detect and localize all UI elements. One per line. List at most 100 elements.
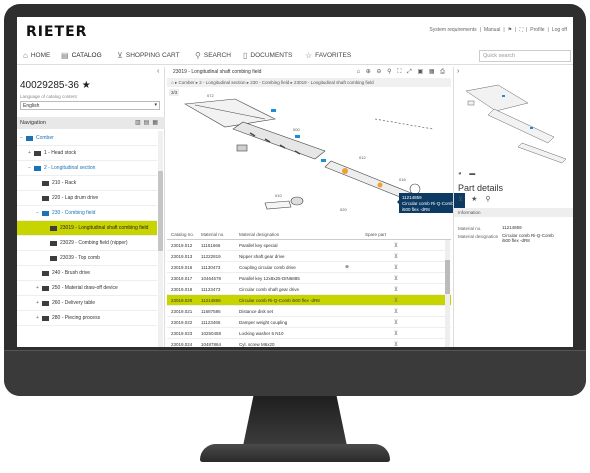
detail-value: 11214859 [502,225,522,230]
table-row[interactable]: 23019.013 11222819 Nipper shaft gear drive… [167,251,451,262]
add-to-cart-icon[interactable]: ⊻ [389,330,403,337]
add-to-cart-icon[interactable]: ⊻ [389,297,403,304]
stage: RIETER System requirements | Manual | ⚑ | ⛶ | Pr… [0,0,590,473]
folder-icon [50,240,57,246]
folder-icon [34,150,41,156]
svg-text:012: 012 [359,155,366,160]
svg-text:072: 072 [207,93,214,98]
folder-icon [50,225,57,231]
detail-key: Material designation [458,233,499,239]
designation-cell: Distance disk set [239,308,274,314]
rieter-logo[interactable]: RIETER [26,24,87,40]
catalog-no-cell: 23019.012 [171,242,193,248]
tree-item[interactable]: 23019 - Longitudinal shaft combing field [17,221,157,236]
breadcrumb[interactable]: ⌂ ▸ Comber ▸ 2 - Longitudinal section ▸ … [167,78,451,87]
tree-item[interactable]: −2 - Longitudinal section [17,161,157,176]
add-to-cart-icon[interactable]: ⊻ [389,275,403,282]
add-to-cart-icon[interactable]: ⊻ [389,242,403,249]
top-link-separator: | [515,27,517,33]
catalog-no-cell: 23019.017 [171,275,193,281]
scrollbar-thumb[interactable] [158,171,163,251]
add-to-cart-icon[interactable]: ⊻ [389,286,403,293]
material-no-cell: 11123473 [201,286,221,292]
document-icon: ▯ [243,51,248,60]
spare-part-cell: ⊕ [345,264,349,269]
catalog-icon: ▤ [61,51,69,60]
table-row[interactable]: 23019.020 11214859 Circular comb Ri-Q-Comb… [167,295,451,306]
top-link[interactable]: ⛶ [519,27,523,33]
add-to-cart-icon[interactable]: ⊻ [389,341,403,348]
table-scrollbar[interactable] [445,240,450,347]
folder-icon [50,255,57,261]
material-no-cell: 10464578 [201,275,222,281]
cart-icon[interactable]: ⊻ [458,196,466,203]
top-link[interactable]: ⚑ [508,27,512,33]
material-no-cell: 11151666 [201,242,221,248]
col-spare-part[interactable]: Spare part [365,232,389,237]
collapse-left-icon[interactable]: ‹ [157,68,159,75]
catalog-tree: − Comber +1 - Head stock −2 - Longitudinal … [17,131,157,326]
nav-home[interactable]: ⌂ HOME [23,51,50,60]
material-no-cell: 11222819 [201,253,221,259]
table-row[interactable]: 23019.021 11687586 Distance disk set ⊻ [167,306,451,317]
nav-documents[interactable]: ▯ DOCUMENTS [243,51,292,60]
tree-item[interactable]: − Comber [17,131,157,146]
tree-item[interactable]: +250 - Material draw-off device [17,281,157,296]
detail-key: Material no. [458,226,482,231]
quick-search-input[interactable]: Quick search [479,50,571,62]
navigation-toolbar-icons[interactable]: ▥▤▦ [135,119,161,126]
nav-catalog[interactable]: ▤ CATALOG [61,51,102,60]
add-to-cart-icon[interactable]: ⊻ [389,253,403,260]
nav-cart-label: SHOPPING CART [125,52,180,59]
nav-shopping-cart[interactable]: ⊻ SHOPPING CART [117,51,180,60]
col-catalog-no[interactable]: Catalog no. [167,232,201,237]
left-panel: ‹ 40029285-36 ★ Language of catalog cont… [17,67,165,347]
col-material-no[interactable]: Material no. [201,232,239,237]
tree-item[interactable]: 23029 - Combing field (nipper) [17,236,157,251]
table-row[interactable]: 23019.018 11123473 Circular comb shaft gea… [167,284,451,295]
nav-search[interactable]: ⚲ SEARCH [195,51,231,60]
tree-item[interactable]: +260 - Delivery table [17,296,157,311]
top-link[interactable]: System requirements [429,27,476,33]
top-link[interactable]: Manual [484,27,500,33]
app-header: RIETER System requirements | Manual | ⚑ | ⛶ | Pr… [17,17,573,45]
tree-item-label: 220 - Lap drum drive [52,195,99,201]
table-row[interactable]: 23019.012 11151666 Parallel key special ⊻ [167,240,451,251]
language-value: English [23,103,40,109]
search-icon[interactable]: ⚲ [485,196,493,203]
tree-item[interactable]: 220 - Lap drum drive [17,191,157,206]
table-row[interactable]: 23019.016 11130473 Coupling circular comb … [167,262,451,273]
add-to-cart-icon[interactable]: ⊻ [389,264,403,271]
language-select[interactable]: English ▾ [20,101,160,110]
add-to-cart-icon[interactable]: ⊻ [389,308,403,315]
nav-favorites[interactable]: ☆ FAVORITES [305,51,351,60]
tree-item[interactable]: 240 - Brush drive [17,266,157,281]
navigation-header: Navigation ▥▤▦ [17,117,165,129]
add-to-cart-icon[interactable]: ⊻ [389,319,403,326]
tree-item[interactable]: 23039 - Top comb [17,251,157,266]
table-row[interactable]: 23019.024 10487864 Cyl. screw M6x20 ⊻ [167,339,451,348]
tree-item[interactable]: +1 - Head stock [17,146,157,161]
catalog-no-cell: 23019.013 [171,253,193,259]
star-icon[interactable]: ★ [471,196,480,203]
detail-row: Material no. 11214859 [458,225,562,233]
table-row[interactable]: 23019.017 10464578 Parallel key 12x8x25-DI… [167,273,451,284]
detail-view-tabs[interactable]: ◕ ▬ [458,171,478,177]
tree-item[interactable]: 210 - Rack [17,176,157,191]
collapse-right-icon[interactable]: › [457,68,459,75]
material-no-cell: 11214859 [201,297,221,303]
tree-item[interactable]: −230 - Combing field [17,206,157,221]
designation-cell: Cyl. screw M6x20 [239,341,275,347]
tree-scrollbar[interactable] [158,131,163,347]
table-row[interactable]: 23019.023 10250458 Locking washer 6 N10 ⊻ [167,328,451,339]
svg-text:000: 000 [293,127,300,132]
tree-item[interactable]: +280 - Piecing process [17,311,157,326]
drawing-toolbar[interactable]: ⌂ ⊕ ⊖ ⚲ ⛶ ⤢ ▣ ▦ ⎙ [356,68,447,76]
top-link[interactable]: Profile [530,27,544,33]
table-row[interactable]: 23019.022 11123466 Damper weight coupling ⊻ [167,317,451,328]
top-link[interactable]: Log off [552,27,567,33]
catalog-no-cell: 23019.023 [171,330,193,336]
part-actions[interactable]: ⊻ ★ ⚲ [458,195,493,203]
scrollbar-thumb[interactable] [445,260,450,294]
col-designation[interactable]: Material designation [239,232,329,237]
